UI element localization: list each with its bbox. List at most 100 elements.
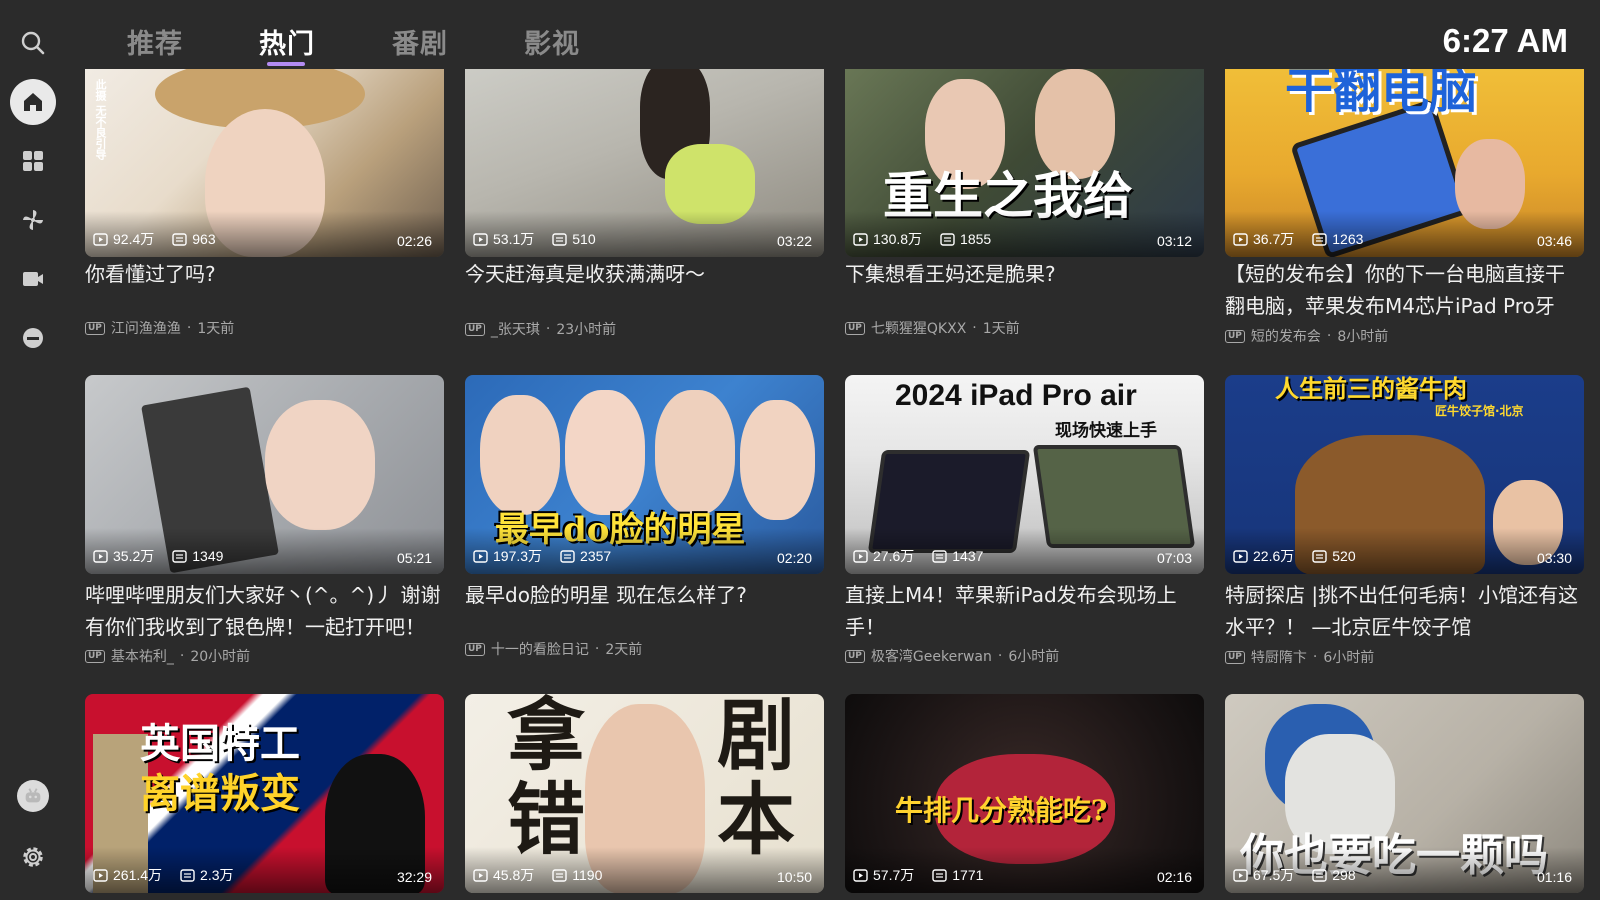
video-grid: 此摄 无不良引导 92.4万 963 02:26 你看懂过了吗? UP 江问渔渔… [85, 69, 1585, 900]
danmaku-count: 1349 [192, 548, 224, 564]
video-meta: UP 极客湾Geekerwan · 6小时前 [845, 646, 1059, 666]
danmaku-icon [180, 868, 195, 882]
video-duration: 05:21 [396, 550, 432, 566]
category-icon[interactable] [10, 138, 56, 184]
play-count-icon [93, 549, 108, 563]
video-duration: 01:16 [1536, 869, 1572, 885]
home-icon[interactable] [10, 79, 56, 125]
upload-time: 8小时前 [1337, 329, 1389, 345]
uploader-name[interactable]: 特厨隋卞 [1251, 647, 1307, 667]
view-count: 130.8万 [873, 231, 923, 247]
thumbnail-subcaption: 现场快速上手 [1055, 421, 1157, 441]
video-thumbnail[interactable]: 拿错 剧本 45.8万 1190 10:50 [465, 694, 824, 893]
thumbnail-caption: 人生前三的酱牛肉 [1275, 375, 1467, 403]
uploader-name[interactable]: 基本祐利_ [111, 646, 174, 666]
danmaku-icon [552, 868, 567, 882]
settings-icon[interactable] [10, 834, 56, 880]
video-stats: 92.4万 963 [93, 229, 216, 249]
video-thumbnail[interactable]: 你也要吃一颗吗 67.5万 298 01:16 [1225, 694, 1584, 893]
video-stats: 67.5万 298 [1233, 865, 1356, 885]
uploader-icon: UP [1225, 650, 1245, 664]
video-title[interactable]: 特厨探店 |挑不出任何毛病！小馆还有这水平？！ —北京匠牛饺子馆 [1225, 579, 1584, 643]
upload-time: 6小时前 [1008, 649, 1060, 665]
upload-time: 1天前 [197, 321, 235, 337]
view-count: 35.2万 [113, 548, 155, 564]
video-thumbnail[interactable]: 英国特工 离谱叛变 261.4万 2.3万 32:29 [85, 694, 444, 893]
video-thumbnail[interactable]: 牛排几分熟能吃? 57.7万 1771 02:16 [845, 694, 1204, 893]
danmaku-count: 298 [1332, 867, 1356, 883]
thumbnail-caption: 拿错 [494, 694, 585, 862]
view-count: 67.5万 [1253, 867, 1295, 883]
play-count-icon [473, 868, 488, 882]
video-thumbnail[interactable]: 35.2万 1349 05:21 [85, 375, 444, 574]
uploader-name[interactable]: _张天琪 [491, 319, 540, 339]
thumbnail-subcaption: 匠牛饺子馆·北京 [1435, 404, 1524, 418]
uploader-icon: UP [465, 322, 485, 336]
video-title[interactable]: 最早do脸的明星 现在怎么样了? [465, 579, 824, 611]
video-title[interactable]: 【短的发布会】你的下一台电脑直接干翻电脑，苹果发布M4芯片iPad Pro牙 [1225, 258, 1584, 322]
video-thumbnail[interactable]: 重生之我给 130.8万 1855 03:12 [845, 69, 1204, 257]
view-count: 45.8万 [493, 867, 535, 883]
tab-anime[interactable]: 番剧 [392, 22, 448, 61]
play-count-icon [473, 232, 488, 246]
danmaku-icon [940, 232, 955, 246]
video-thumbnail[interactable]: 最早do脸的明星 197.3万 2357 02:20 [465, 375, 824, 574]
uploader-name[interactable]: 江问渔渔渔 [111, 318, 181, 338]
uploader-name[interactable]: 七颗猩猩QKXX [871, 318, 966, 338]
video-meta: UP 基本祐利_ · 20小时前 [85, 646, 250, 666]
video-thumbnail[interactable]: 干翻电脑 36.7万 1263 03:46 [1225, 69, 1584, 257]
video-meta: UP 特厨隋卞 · 6小时前 [1225, 647, 1374, 667]
video-stats: 27.6万 1437 [853, 546, 983, 566]
live-icon[interactable] [10, 315, 56, 361]
uploader-name[interactable]: 极客湾Geekerwan [871, 646, 992, 666]
video-thumbnail[interactable]: 2024 iPad Pro air 现场快速上手 27.6万 1437 07:0… [845, 375, 1204, 574]
video-meta: UP _张天琪 · 23小时前 [465, 319, 616, 339]
video-meta: UP 江问渔渔渔 · 1天前 [85, 318, 234, 338]
upload-time: 2天前 [605, 642, 643, 658]
upload-time: 1天前 [982, 321, 1020, 337]
uploader-icon: UP [85, 321, 105, 335]
upload-time: 20小时前 [190, 649, 251, 665]
danmaku-icon [172, 232, 187, 246]
video-title[interactable]: 下集想看王妈还是脆果? [845, 258, 1204, 290]
thumbnail-caption: 2024 iPad Pro air [895, 379, 1137, 412]
video-thumbnail[interactable]: 53.1万 510 03:22 [465, 69, 824, 257]
video-stats: 53.1万 510 [473, 229, 596, 249]
tab-recommend[interactable]: 推荐 [127, 22, 183, 61]
tab-movies[interactable]: 影视 [524, 22, 580, 61]
video-thumbnail[interactable]: 人生前三的酱牛肉 匠牛饺子馆·北京 22.6万 520 03:30 [1225, 375, 1584, 574]
uploader-name[interactable]: 短的发布会 [1251, 326, 1321, 346]
top-tab-bar: 推荐 热门 番剧 影视 6:27 AM [0, 0, 1600, 70]
video-duration: 02:16 [1156, 869, 1192, 885]
video-thumbnail[interactable]: 此摄 无不良引导 92.4万 963 02:26 [85, 69, 444, 257]
danmaku-icon [932, 549, 947, 563]
danmaku-count: 1263 [1332, 231, 1364, 247]
play-count-icon [853, 232, 868, 246]
video-duration: 02:20 [776, 550, 812, 566]
view-count: 22.6万 [1253, 548, 1295, 564]
video-stats: 36.7万 1263 [1233, 229, 1363, 249]
danmaku-count: 1190 [572, 867, 603, 883]
video-title[interactable]: 直接上M4！苹果新iPad发布会现场上手！ [845, 579, 1204, 643]
video-title[interactable]: 今天赶海真是收获满满呀～ [465, 258, 824, 290]
uploader-icon: UP [85, 649, 105, 663]
pinwheel-icon[interactable] [10, 197, 56, 243]
tab-popular[interactable]: 热门 [259, 22, 315, 61]
danmaku-icon [932, 868, 947, 882]
video-camera-icon[interactable] [10, 256, 56, 302]
video-duration: 03:30 [1536, 550, 1572, 566]
avatar[interactable] [17, 780, 49, 812]
danmaku-icon [560, 549, 575, 563]
uploader-name[interactable]: 十一的看脸日记 [491, 639, 589, 659]
video-title[interactable]: 你看懂过了吗? [85, 258, 444, 290]
danmaku-count: 963 [192, 231, 216, 247]
danmaku-count: 1437 [952, 548, 984, 564]
clock: 6:27 AM [1442, 22, 1568, 59]
play-count-icon [473, 549, 488, 563]
video-stats: 22.6万 520 [1233, 546, 1356, 566]
active-tab-indicator [267, 62, 305, 66]
uploader-icon: UP [465, 642, 485, 656]
video-title[interactable]: 哔哩哔哩朋友们大家好丶(^。^)丿 谢谢有你们我收到了银色牌！一起打开吧！ [85, 579, 444, 643]
upload-time: 6小时前 [1323, 650, 1375, 666]
video-duration: 10:50 [776, 869, 812, 885]
